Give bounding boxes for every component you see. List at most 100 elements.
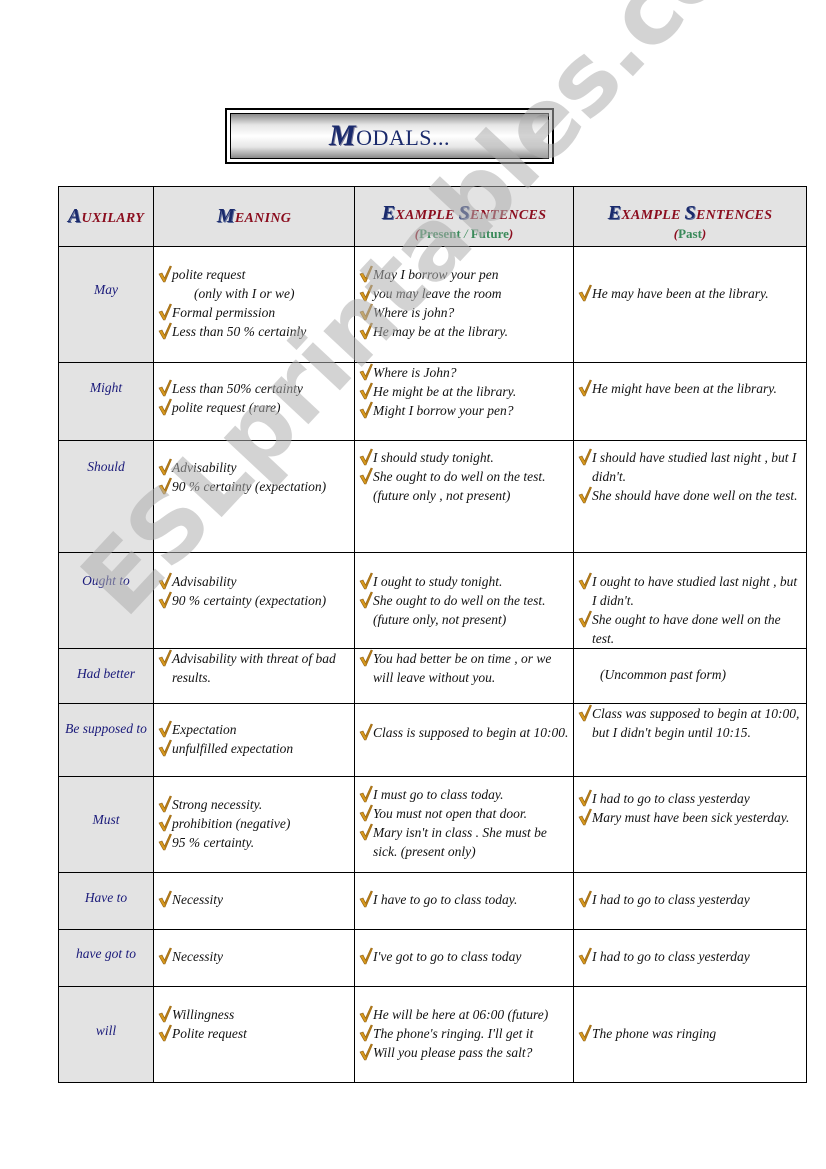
meaning-item: polite request <box>154 265 350 284</box>
meaning-text: Polite request <box>172 1026 247 1041</box>
meaning-item: Advisability <box>154 458 350 477</box>
present-example-text: She ought to do well on the test. (futur… <box>373 469 546 503</box>
modals-table: AUXILARY MEANING EXAMPLE SENTENCES (Pres… <box>58 186 807 1083</box>
present-example-cell: I must go to class today. You must not op… <box>354 776 574 873</box>
present-example-text: I've got to go to class today <box>373 949 522 964</box>
present-example-text: I have to go to class today. <box>373 892 518 907</box>
checkmark-icon <box>158 303 172 321</box>
present-example-text: You had better be on time , or we will l… <box>373 651 552 685</box>
past-example-item: She ought to have done well on the test. <box>574 610 802 648</box>
auxiliary-label: Must <box>92 812 120 827</box>
meaning-text: Willingness <box>172 1007 235 1022</box>
past-example-cell: I had to go to class yesterday Mary must … <box>573 776 807 873</box>
table-row: have got to Necessity I've got to go to cl… <box>58 929 807 987</box>
past-example-cell: I should have studied last night , but I… <box>573 440 807 553</box>
checkmark-icon <box>158 739 172 757</box>
checkmark-icon <box>158 477 172 495</box>
checkmark-icon <box>578 890 592 908</box>
checkmark-icon <box>578 1024 592 1042</box>
checkmark-icon <box>359 823 373 841</box>
checkmark-icon <box>158 890 172 908</box>
present-example-text: He might be at the library. <box>373 384 517 399</box>
present-example-item: He may be at the library. <box>355 322 569 341</box>
meaning-text: Advisability <box>172 574 237 589</box>
past-example-item: She should have done well on the test. <box>574 486 802 505</box>
checkmark-icon <box>359 1043 373 1061</box>
present-example-cell: I've got to go to class today <box>354 929 574 987</box>
meaning-item: Expectation <box>154 720 350 739</box>
meaning-item: Advisability <box>154 572 350 591</box>
meaning-item: (only with I or we) <box>154 284 350 303</box>
auxiliary-cell: have got to <box>58 929 154 987</box>
present-example-text: Where is john? <box>373 305 455 320</box>
past-example-item: I had to go to class yesterday <box>574 789 802 808</box>
checkmark-icon <box>359 804 373 822</box>
past-example-cell: I ought to have studied last night , but… <box>573 552 807 649</box>
auxiliary-label: May <box>94 282 118 297</box>
checkmark-icon <box>359 382 373 400</box>
checkmark-icon <box>158 947 172 965</box>
table-row: Should Advisability 90 % certainty (expect… <box>58 440 807 553</box>
present-example-text: I should study tonight. <box>373 450 494 465</box>
past-example-item: The phone was ringing <box>574 1024 802 1043</box>
present-example-item: Class is supposed to begin at 10:00. <box>355 723 569 742</box>
checkmark-icon <box>359 401 373 419</box>
past-example-text: She ought to have done well on the test. <box>592 612 781 646</box>
past-example-text: Class was supposed to begin at 10:00, bu… <box>592 706 800 740</box>
past-example-item: He might have been at the library. <box>574 379 802 398</box>
checkmark-icon <box>578 610 592 628</box>
past-note: (Uncommon past form) <box>600 667 726 682</box>
meaning-text: 90 % certainty (expectation) <box>172 479 327 494</box>
table-row: Had better Advisability with threat of ba… <box>58 648 807 704</box>
header-subtitle: (Past) <box>574 226 806 242</box>
present-example-text: Class is supposed to begin at 10:00. <box>373 725 569 740</box>
auxiliary-cell: Should <box>58 440 154 553</box>
title-rest: ODALS... <box>356 125 451 150</box>
header-subtitle: (Present / Future) <box>355 226 573 242</box>
checkmark-icon <box>158 322 172 340</box>
checkmark-icon <box>359 785 373 803</box>
present-example-item: I've got to go to class today <box>355 947 569 966</box>
table-row: Might Less than 50% certainty polite reque… <box>58 362 807 441</box>
present-example-text: Will you please pass the salt? <box>373 1045 533 1060</box>
meaning-cell: Necessity <box>153 872 355 930</box>
present-example-item: you may leave the room <box>355 284 569 303</box>
present-example-text: I must go to class today. <box>373 787 504 802</box>
checkmark-icon <box>359 947 373 965</box>
past-example-text: Mary must have been sick yesterday. <box>592 810 790 825</box>
subtitle-future: Future <box>470 225 509 241</box>
header-initial: E <box>381 201 396 224</box>
checkmark-icon <box>359 265 373 283</box>
table-row: Be supposed to Expectation unfulfilled exp… <box>58 703 807 777</box>
header-text: ENTENCES <box>695 207 773 223</box>
present-example-text: He will be here at 06:00 (future) <box>373 1007 549 1022</box>
past-example-item: He may have been at the library. <box>574 284 802 303</box>
checkmark-icon <box>578 448 592 466</box>
present-example-text: Where is John? <box>373 365 457 380</box>
present-example-item: He might be at the library. <box>355 382 569 401</box>
present-example-item: I must go to class today. <box>355 785 569 804</box>
checkmark-icon <box>359 1005 373 1023</box>
past-example-item: Class was supposed to begin at 10:00, bu… <box>574 704 802 742</box>
auxiliary-cell: Ought to <box>58 552 154 649</box>
meaning-text: prohibition (negative) <box>172 816 291 831</box>
meaning-text: 95 % certainty. <box>172 835 255 850</box>
past-example-cell: I had to go to class yesterday <box>573 929 807 987</box>
header-initial: S <box>684 201 696 224</box>
table-body: May polite request (only with I or we) Form… <box>58 246 807 1083</box>
checkmark-icon <box>158 265 172 283</box>
auxiliary-cell: Have to <box>58 872 154 930</box>
meaning-text: Advisability with threat of bad results. <box>172 651 336 685</box>
auxiliary-cell: Had better <box>58 648 154 704</box>
auxiliary-label: Ought to <box>82 573 130 588</box>
auxiliary-cell: Be supposed to <box>58 703 154 777</box>
header-text: EANING <box>234 211 292 226</box>
meaning-item: 90 % certainty (expectation) <box>154 591 350 610</box>
auxiliary-label: Should <box>87 459 125 474</box>
checkmark-icon <box>359 303 373 321</box>
past-example-item: I ought to have studied last night , but… <box>574 572 802 610</box>
checkmark-icon <box>158 795 172 813</box>
table-row: Have to Necessity I have to go to class to… <box>58 872 807 930</box>
past-example-text: He may have been at the library. <box>592 286 769 301</box>
auxiliary-label: Had better <box>76 666 136 681</box>
